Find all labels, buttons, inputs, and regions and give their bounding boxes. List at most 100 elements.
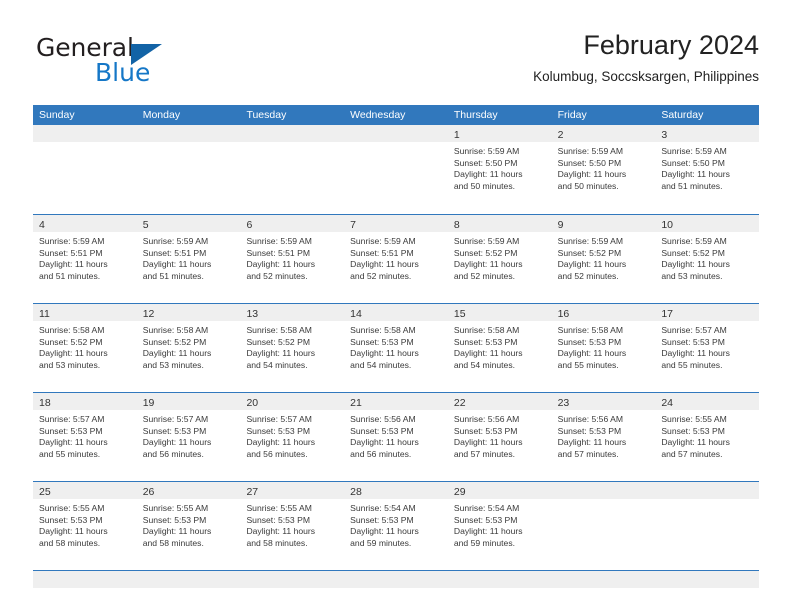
day-detail-line: Sunrise: 5:58 AM <box>246 325 312 335</box>
day-detail-line: Sunrise: 5:55 AM <box>142 503 209 513</box>
day-cell-11[interactable]: 11 Sunrise: 5:58 AM Sunset: 5:52 PM Dayligh… <box>33 304 137 392</box>
day-detail-line: Daylight: 11 hours <box>350 259 419 270</box>
day-number: 29 <box>453 486 466 498</box>
day-detail-line: and 56 minutes. <box>142 448 204 459</box>
day-cell-9[interactable]: 9 Sunrise: 5:59 AM Sunset: 5:52 PM Daylight… <box>551 215 656 303</box>
day-number-band <box>136 125 241 142</box>
day-cell-17[interactable]: 17 Sunrise: 5:57 AM Sunset: 5:53 PM Dayligh… <box>655 304 760 392</box>
weekday-header-sunday: Sunday <box>39 109 75 121</box>
day-number-band: 26 <box>136 482 241 499</box>
day-cell-19[interactable]: 19 Sunrise: 5:57 AM Sunset: 5:53 PM Dayligh… <box>136 393 241 481</box>
day-cell-25[interactable]: 25 Sunrise: 5:55 AM Sunset: 5:53 PM Dayligh… <box>33 482 137 570</box>
day-detail-line: and 51 minutes. <box>39 270 101 281</box>
day-cell-26[interactable]: 26 Sunrise: 5:55 AM Sunset: 5:53 PM Dayligh… <box>136 482 241 570</box>
day-cell-15[interactable]: 15 Sunrise: 5:58 AM Sunset: 5:53 PM Dayligh… <box>447 304 552 392</box>
day-cell-empty <box>344 125 448 214</box>
day-detail-line: Sunrise: 5:59 AM <box>557 236 624 246</box>
day-detail-line: Daylight: 11 hours <box>453 526 523 537</box>
day-detail-line: Sunset: 5:52 PM <box>557 247 622 258</box>
day-number-band: 4 <box>33 215 137 232</box>
day-cell-23[interactable]: 23 Sunrise: 5:56 AM Sunset: 5:53 PM Dayligh… <box>551 393 656 481</box>
calendar-week-row: 11 Sunrise: 5:58 AM Sunset: 5:52 PM Dayligh… <box>33 303 760 392</box>
day-detail-line: Sunset: 5:52 PM <box>246 336 310 347</box>
day-detail-line: Daylight: 11 hours <box>246 348 316 359</box>
day-cell-16[interactable]: 16 Sunrise: 5:58 AM Sunset: 5:53 PM Dayligh… <box>551 304 656 392</box>
day-cell-24[interactable]: 24 Sunrise: 5:55 AM Sunset: 5:53 PM Dayligh… <box>655 393 760 481</box>
calendar-page: General Blue February 2024 Kolumbug, Soc… <box>0 0 792 612</box>
day-detail-line: Sunset: 5:53 PM <box>453 425 518 436</box>
day-cell-21[interactable]: 21 Sunrise: 5:56 AM Sunset: 5:53 PM Dayligh… <box>344 393 448 481</box>
day-detail-line: Sunrise: 5:57 AM <box>246 414 312 424</box>
day-detail-line: and 58 minutes. <box>142 537 204 548</box>
day-detail-line: and 57 minutes. <box>661 448 723 459</box>
day-cell-13[interactable]: 13 Sunrise: 5:58 AM Sunset: 5:52 PM Dayligh… <box>240 304 345 392</box>
day-detail-line: Daylight: 11 hours <box>39 348 108 359</box>
day-number: 3 <box>661 129 668 141</box>
day-detail-line: and 50 minutes. <box>557 180 619 191</box>
day-detail-line: Daylight: 11 hours <box>453 348 523 359</box>
day-cell-4[interactable]: 4 Sunrise: 5:59 AM Sunset: 5:51 PM Daylight… <box>33 215 137 303</box>
logo-text-blue: Blue <box>95 58 151 87</box>
day-number: 9 <box>557 219 564 231</box>
day-details: Sunrise: 5:59 AM Sunset: 5:50 PM Daylight:… <box>552 142 656 192</box>
day-detail-line: Sunrise: 5:56 AM <box>557 414 624 424</box>
day-detail-line: Sunrise: 5:57 AM <box>39 414 105 424</box>
day-detail-line: Sunset: 5:53 PM <box>142 425 207 436</box>
day-detail-line: Daylight: 11 hours <box>39 526 108 537</box>
day-detail-line: and 53 minutes. <box>661 270 723 281</box>
day-number: 8 <box>453 219 460 231</box>
day-cell-27[interactable]: 27 Sunrise: 5:55 AM Sunset: 5:53 PM Dayligh… <box>240 482 345 570</box>
day-number: 12 <box>142 308 155 320</box>
weekday-header-monday: Monday <box>142 109 181 121</box>
day-cell-10[interactable]: 10 Sunrise: 5:59 AM Sunset: 5:52 PM Dayligh… <box>655 215 760 303</box>
day-number-band <box>33 125 137 142</box>
day-cell-5[interactable]: 5 Sunrise: 5:59 AM Sunset: 5:51 PM Daylight… <box>136 215 241 303</box>
day-number-band <box>344 125 448 142</box>
day-cell-8[interactable]: 8 Sunrise: 5:59 AM Sunset: 5:52 PM Daylight… <box>447 215 552 303</box>
day-cell-1[interactable]: 1 Sunrise: 5:59 AM Sunset: 5:50 PM Daylight… <box>447 125 552 214</box>
day-detail-line: Daylight: 11 hours <box>661 437 730 448</box>
day-detail-line: Sunrise: 5:59 AM <box>557 146 624 156</box>
day-cell-22[interactable]: 22 Sunrise: 5:56 AM Sunset: 5:53 PM Dayligh… <box>447 393 552 481</box>
day-detail-line: Daylight: 11 hours <box>142 526 212 537</box>
day-cell-12[interactable]: 12 Sunrise: 5:58 AM Sunset: 5:52 PM Dayligh… <box>136 304 241 392</box>
day-detail-line: Sunset: 5:53 PM <box>661 425 725 436</box>
day-number-band: 14 <box>344 304 448 321</box>
weekday-header-row: Sunday Monday Tuesday Wednesday Thursday Frid… <box>33 105 759 125</box>
day-cell-28[interactable]: 28 Sunrise: 5:54 AM Sunset: 5:53 PM Dayligh… <box>344 482 448 570</box>
day-number: 18 <box>39 397 51 409</box>
day-cell-empty <box>655 482 760 570</box>
day-detail-line: Sunrise: 5:59 AM <box>350 236 416 246</box>
day-cell-7[interactable]: 7 Sunrise: 5:59 AM Sunset: 5:51 PM Daylight… <box>344 215 448 303</box>
day-details: Sunrise: 5:59 AM Sunset: 5:51 PM Daylight:… <box>137 232 241 282</box>
day-cell-empty <box>136 125 241 214</box>
day-detail-line: and 57 minutes. <box>453 448 516 459</box>
day-number: 10 <box>661 219 673 231</box>
title-block: February 2024 Kolumbug, Soccsksargen, Ph… <box>533 28 759 85</box>
day-details: Sunrise: 5:57 AM Sunset: 5:53 PM Daylight:… <box>240 410 344 460</box>
day-number: 1 <box>453 129 460 141</box>
day-detail-line: Sunset: 5:52 PM <box>142 336 207 347</box>
day-number: 26 <box>142 486 155 498</box>
day-detail-line: Sunrise: 5:55 AM <box>661 414 727 424</box>
weekday-header-thursday: Thursday <box>453 109 498 121</box>
day-number: 15 <box>453 308 466 320</box>
day-detail-line: and 52 minutes. <box>557 270 619 281</box>
day-detail-line: and 53 minutes. <box>142 359 204 370</box>
day-number-band <box>655 482 760 499</box>
day-cell-29[interactable]: 29 Sunrise: 5:54 AM Sunset: 5:53 PM Dayligh… <box>447 482 552 570</box>
day-cell-14[interactable]: 14 Sunrise: 5:58 AM Sunset: 5:53 PM Dayligh… <box>344 304 448 392</box>
day-number-band: 19 <box>136 393 241 410</box>
day-detail-line: Sunset: 5:52 PM <box>39 336 103 347</box>
day-cell-18[interactable]: 18 Sunrise: 5:57 AM Sunset: 5:53 PM Dayligh… <box>33 393 137 481</box>
day-cell-2[interactable]: 2 Sunrise: 5:59 AM Sunset: 5:50 PM Daylight… <box>551 125 656 214</box>
day-detail-line: Sunset: 5:53 PM <box>661 336 725 347</box>
day-cell-20[interactable]: 20 Sunrise: 5:57 AM Sunset: 5:53 PM Dayligh… <box>240 393 345 481</box>
day-cell-3[interactable]: 3 Sunrise: 5:59 AM Sunset: 5:50 PM Daylight… <box>655 125 760 214</box>
day-details: Sunrise: 5:56 AM Sunset: 5:53 PM Daylight:… <box>552 410 656 460</box>
day-detail-line: and 54 minutes. <box>246 359 308 370</box>
day-number: 2 <box>557 129 564 141</box>
day-detail-line: Sunrise: 5:54 AM <box>350 503 416 513</box>
day-details: Sunrise: 5:55 AM Sunset: 5:53 PM Daylight:… <box>655 410 759 460</box>
day-cell-6[interactable]: 6 Sunrise: 5:59 AM Sunset: 5:51 PM Daylight… <box>240 215 345 303</box>
